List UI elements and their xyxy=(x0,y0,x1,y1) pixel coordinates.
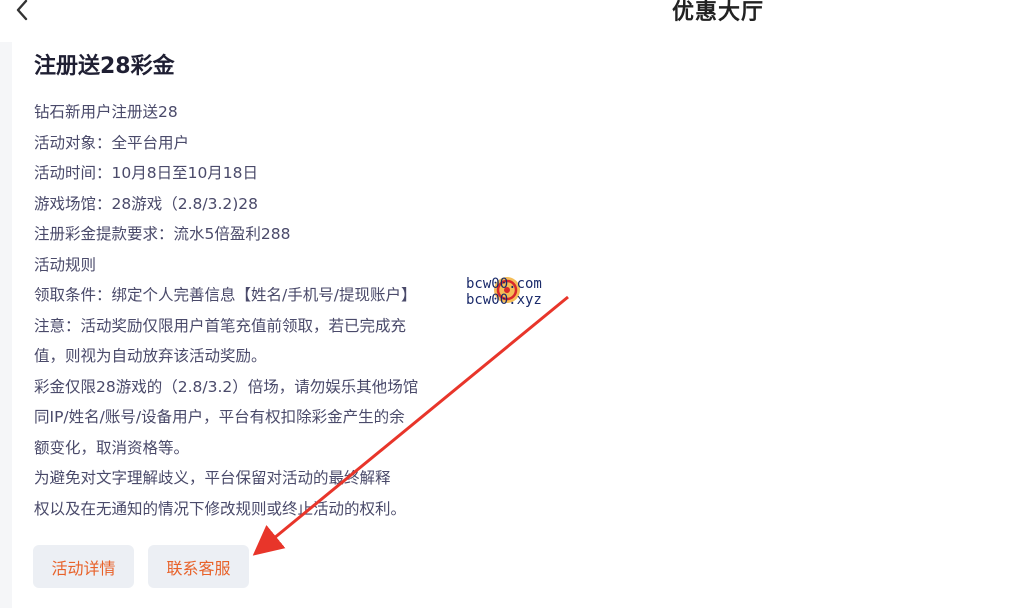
promo-line: 值，则视为自动放弃该活动奖励。 xyxy=(34,347,267,365)
promo-line: 活动对象：全平台用户 xyxy=(34,133,190,152)
promo-line: 游戏场馆：28游戏（2.8/3.2)28 xyxy=(34,194,259,213)
chevron-left-icon xyxy=(16,0,28,21)
contact-support-button[interactable]: 联系客服 xyxy=(148,545,249,588)
promo-line: 活动规则 xyxy=(34,255,97,274)
promo-line: 权以及在无通知的情况下修改规则或终止活动的权利。 xyxy=(34,499,407,518)
promo-line: 钻石新用户注册送28 xyxy=(34,103,178,121)
promo-line: 活动时间：10月8日至10月18日 xyxy=(34,164,259,182)
activity-details-button[interactable]: 活动详情 xyxy=(33,545,134,588)
promo-title: 注册送28彩金 xyxy=(34,54,175,79)
back-button[interactable] xyxy=(8,0,36,24)
page-title: 优惠大厅 xyxy=(672,0,765,25)
promo-line: 注册彩金提款要求：流水5倍盈利288 xyxy=(34,225,291,243)
promo-line: 彩金仅限28游戏的（2.8/3.2）倍场，请勿娱乐其他场馆 xyxy=(34,377,419,396)
promo-line: 为避免对文字理解歧义，平台保留对活动的最终解释 xyxy=(34,469,391,487)
promo-description: 钻石新用户注册送28 活动对象：全平台用户 活动时间：10月8日至10月18日 … xyxy=(34,97,464,524)
promo-line: 领取条件：绑定个人完善信息【姓名/手机号/提现账户】 xyxy=(34,286,417,304)
promo-line: 同IP/姓名/账号/设备用户，平台有权扣除彩金产生的余 xyxy=(34,408,405,426)
promo-line: 注意：活动奖励仅限用户首笔充值前领取，若已完成充 xyxy=(34,316,407,335)
watermark-line: bcw00.com xyxy=(466,276,542,292)
watermark-text: bcw00.com bcw00.xyz xyxy=(466,276,542,308)
promo-line: 额变化，取消资格等。 xyxy=(34,438,190,457)
watermark-line: bcw00.xyz xyxy=(466,292,542,308)
